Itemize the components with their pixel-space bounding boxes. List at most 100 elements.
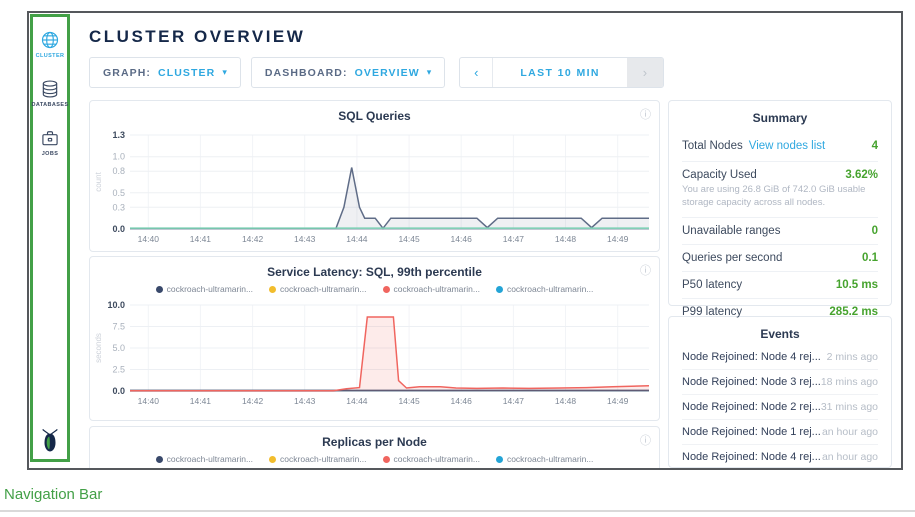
sidebar-item-label: DATABASES — [32, 102, 69, 108]
legend-dot-icon — [383, 286, 390, 293]
event-row: Node Rejoined: Node 2 rej...31 mins ago — [682, 394, 878, 419]
time-range-widget: ‹ LAST 10 MIN › — [459, 57, 664, 88]
sidebar-item-databases[interactable]: DATABASES — [32, 79, 69, 108]
unavailable-ranges-label: Unavailable ranges — [682, 225, 780, 237]
legend-dot-icon — [269, 456, 276, 463]
legend-dot-icon — [156, 456, 163, 463]
summary-panel: Summary Total NodesView nodes list 4 Cap… — [668, 100, 892, 306]
chart-legend: cockroach-ultramarin... cockroach-ultrama… — [90, 453, 659, 465]
dashboard-dropdown-label: DASHBOARD: — [265, 67, 348, 79]
page-title: CLUSTER OVERVIEW — [89, 27, 889, 47]
service-latency-panel: Service Latency: SQL, 99th percentile ⓘ … — [89, 256, 660, 421]
briefcase-icon — [40, 128, 60, 148]
svg-text:0.5: 0.5 — [112, 188, 125, 198]
cockroachdb-logo — [39, 427, 61, 453]
legend-dot-icon — [269, 286, 276, 293]
legend-item: cockroach-ultramarin... — [269, 453, 366, 465]
summary-row-capacity: Capacity Used 3.62% You are using 26.8 G… — [682, 161, 878, 217]
legend-item: cockroach-ultramarin... — [269, 283, 366, 295]
info-icon[interactable]: ⓘ — [640, 262, 651, 278]
time-range-next-button[interactable]: › — [627, 58, 663, 87]
legend-item: cockroach-ultramarin... — [496, 283, 593, 295]
view-nodes-list-link[interactable]: View nodes list — [749, 140, 826, 152]
p99-latency-label: P99 latency — [682, 306, 742, 318]
event-timestamp: 2 mins ago — [827, 351, 878, 363]
legend-label: cockroach-ultramarin... — [280, 454, 366, 464]
legend-dot-icon — [496, 286, 503, 293]
info-icon[interactable]: ⓘ — [640, 106, 651, 122]
legend-item: cockroach-ultramarin... — [156, 453, 253, 465]
legend-item: cockroach-ultramarin... — [383, 283, 480, 295]
svg-text:seconds: seconds — [94, 333, 103, 363]
chart-legend: cockroach-ultramarin... cockroach-ultrama… — [90, 283, 659, 295]
svg-text:14:43: 14:43 — [294, 234, 316, 244]
sidebar-item-jobs[interactable]: JOBS — [40, 128, 60, 157]
legend-item: cockroach-ultramarin... — [156, 283, 253, 295]
p50-latency-value: 10.5 ms — [836, 279, 878, 291]
legend-label: cockroach-ultramarin... — [394, 284, 480, 294]
svg-text:7.5: 7.5 — [112, 322, 125, 332]
graph-dropdown[interactable]: GRAPH: CLUSTER ▾ — [89, 57, 241, 88]
qps-label: Queries per second — [682, 252, 782, 264]
event-row: Node Rejoined: Node 1 rej...an hour ago — [682, 419, 878, 444]
service-latency-chart[interactable]: 14:4014:4114:4214:4314:4414:4514:4614:47… — [94, 297, 659, 407]
svg-text:14:40: 14:40 — [138, 396, 160, 406]
svg-text:14:41: 14:41 — [190, 396, 212, 406]
svg-text:14:43: 14:43 — [294, 396, 316, 406]
event-text: Node Rejoined: Node 4 rej... — [682, 451, 821, 463]
database-icon — [40, 79, 60, 99]
svg-text:14:48: 14:48 — [555, 396, 577, 406]
svg-text:0.0: 0.0 — [112, 386, 125, 396]
admin-ui-window: CLUSTER DATABASES JOBS — [27, 11, 903, 470]
sidebar-item-label: CLUSTER — [36, 53, 65, 59]
svg-text:count: count — [94, 171, 103, 191]
sidebar-item-cluster[interactable]: CLUSTER — [36, 30, 65, 59]
summary-row-total-nodes: Total NodesView nodes list 4 — [682, 129, 878, 161]
chevron-left-icon: ‹ — [474, 65, 478, 80]
svg-text:14:40: 14:40 — [138, 234, 160, 244]
svg-text:0.0: 0.0 — [112, 224, 125, 234]
events-title: Events — [682, 327, 878, 341]
svg-text:14:47: 14:47 — [503, 234, 525, 244]
svg-text:14:42: 14:42 — [242, 396, 264, 406]
svg-text:2.5: 2.5 — [112, 365, 125, 375]
graph-dropdown-value: CLUSTER — [158, 67, 215, 79]
event-timestamp: an hour ago — [822, 451, 878, 463]
event-row: Node Rejoined: Node 4 rej...an hour ago — [682, 444, 878, 468]
event-text: Node Rejoined: Node 4 rej... — [682, 351, 821, 363]
svg-text:14:49: 14:49 — [607, 396, 629, 406]
summary-title: Summary — [682, 111, 878, 125]
info-icon[interactable]: ⓘ — [640, 432, 651, 448]
svg-text:14:45: 14:45 — [398, 396, 420, 406]
time-range-prev-button[interactable]: ‹ — [460, 58, 493, 87]
event-text: Node Rejoined: Node 3 rej... — [682, 376, 821, 388]
chevron-down-icon: ▾ — [222, 67, 227, 78]
summary-row-qps: Queries per second 0.1 — [682, 244, 878, 271]
time-range-selector[interactable]: LAST 10 MIN — [493, 58, 627, 87]
legend-label: cockroach-ultramarin... — [280, 284, 366, 294]
controls-row: GRAPH: CLUSTER ▾ DASHBOARD: OVERVIEW ▾ ‹… — [89, 57, 889, 88]
svg-text:14:47: 14:47 — [503, 396, 525, 406]
legend-label: cockroach-ultramarin... — [507, 284, 593, 294]
svg-text:10.0: 10.0 — [107, 300, 125, 310]
svg-text:5.0: 5.0 — [112, 343, 125, 353]
dashboard-dropdown-value: OVERVIEW — [355, 67, 420, 79]
event-row: Node Rejoined: Node 4 rej... 2 mins ago — [682, 345, 878, 369]
svg-text:14:41: 14:41 — [190, 234, 212, 244]
svg-text:14:46: 14:46 — [451, 234, 473, 244]
navigation-bar: CLUSTER DATABASES JOBS — [30, 14, 70, 462]
svg-text:14:44: 14:44 — [346, 396, 368, 406]
dashboard-dropdown[interactable]: DASHBOARD: OVERVIEW ▾ — [251, 57, 445, 88]
svg-text:14:45: 14:45 — [398, 234, 420, 244]
legend-label: cockroach-ultramarin... — [394, 454, 480, 464]
capacity-used-value: 3.62% — [845, 169, 878, 181]
chart-title: Replicas per Node — [90, 435, 659, 449]
legend-dot-icon — [383, 456, 390, 463]
svg-text:14:48: 14:48 — [555, 234, 577, 244]
chevron-down-icon: ▾ — [427, 67, 432, 78]
replicas-per-node-chart[interactable]: 400 — [94, 467, 659, 468]
sql-queries-chart[interactable]: 14:4014:4114:4214:4314:4414:4514:4614:47… — [94, 125, 659, 245]
navigation-bar-annotation-label: Navigation Bar — [4, 486, 102, 503]
event-row: Node Rejoined: Node 3 rej...18 mins ago — [682, 369, 878, 394]
svg-text:14:42: 14:42 — [242, 234, 264, 244]
